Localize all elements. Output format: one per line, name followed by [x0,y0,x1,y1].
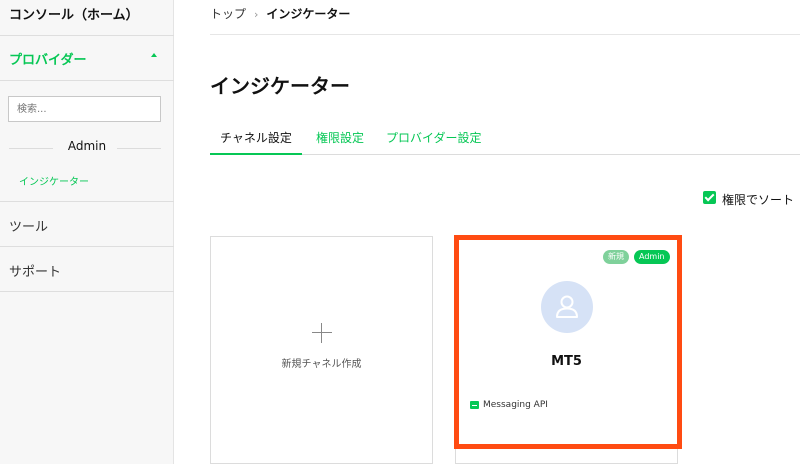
highlight-box [454,235,682,449]
search-input[interactable] [8,96,161,122]
caret-up-icon[interactable] [151,53,157,57]
sidebar-item-label: ツール [9,220,49,235]
tab-channel-settings[interactable]: チャネル設定 [210,129,302,155]
sidebar-item-tool[interactable]: ツール [0,202,174,247]
tab-bar: チャネル設定 権限設定 プロバイダー設定 [210,129,800,155]
breadcrumb: トップ › インジケーター [210,5,350,22]
sidebar-item-label: プロバイダー [9,53,87,68]
new-channel-card[interactable]: 新規チャネル作成 [210,236,433,464]
plus-icon [312,323,332,343]
tab-permission-settings[interactable]: 権限設定 [316,129,364,155]
sidebar-item-support[interactable]: サポート [0,247,174,292]
breadcrumb-current: インジケーター [266,7,351,21]
tab-provider-settings[interactable]: プロバイダー設定 [386,129,482,155]
sidebar-item-console[interactable]: コンソール（ホーム） [0,0,174,36]
new-channel-label: 新規チャネル作成 [281,359,362,370]
sidebar: コンソール（ホーム） プロバイダー Admin インジケーター ツール サポート [0,0,174,464]
group-label: Admin [67,139,107,153]
divider [210,34,800,35]
chevron-right-icon: › [254,8,259,21]
page-title: インジケーター [210,74,350,98]
sidebar-item-label: コンソール（ホーム） [9,8,139,23]
provider-submenu: Admin インジケーター [0,81,174,202]
divider [117,148,161,149]
sidebar-item-label: サポート [9,265,62,280]
sort-label: 権限でソート [722,193,795,207]
sort-checkbox[interactable] [703,191,716,204]
sidebar-item-indicator[interactable]: インジケーター [19,173,89,188]
sidebar-item-provider[interactable]: プロバイダー [0,36,174,81]
breadcrumb-home[interactable]: トップ [210,7,246,21]
